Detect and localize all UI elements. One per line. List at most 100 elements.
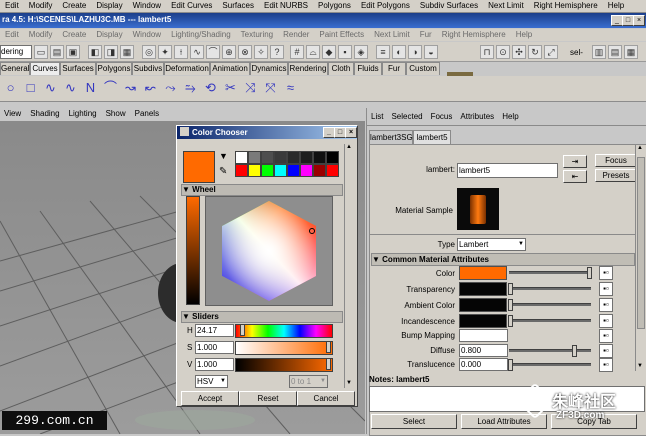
input-connections-button[interactable]: ⇥	[563, 155, 587, 168]
ae-menu-attributes[interactable]: Attributes	[456, 111, 498, 122]
menu-edit-nurbs[interactable]: Edit NURBS	[259, 0, 313, 11]
type-dropdown[interactable]: Lambert ▼	[457, 238, 526, 251]
color-swatch[interactable]	[326, 151, 339, 164]
color-swatch[interactable]	[287, 164, 300, 177]
panel-menu-view[interactable]: View	[0, 108, 26, 119]
color-swatch[interactable]	[261, 164, 274, 177]
move-icon[interactable]: ✣	[512, 45, 526, 59]
color-swatch[interactable]	[235, 164, 248, 177]
select-icon[interactable]: ⊓	[480, 45, 494, 59]
color-chooser-titlebar[interactable]: Color Chooser _ □ ×	[177, 126, 357, 139]
lasso-icon[interactable]: ⊙	[496, 45, 510, 59]
select-object-icon[interactable]: ◨	[104, 45, 118, 59]
range-dropdown[interactable]: 0 to 1 ▼	[289, 375, 328, 388]
menu2-paint-effects[interactable]: Paint Effects	[314, 29, 369, 40]
tab-lambert5[interactable]: lambert5	[413, 130, 451, 145]
menu-help[interactable]: Help	[603, 0, 629, 11]
ae-menu-help[interactable]: Help	[498, 111, 522, 122]
show-channels-icon[interactable]: ▥	[592, 45, 606, 59]
v-field[interactable]: 1.000	[195, 358, 234, 371]
snap-view-icon[interactable]: ▪	[338, 45, 352, 59]
color-swatch[interactable]	[313, 164, 326, 177]
shelf-tab-fur[interactable]: Fur	[382, 62, 406, 75]
accept-button[interactable]: Accept	[181, 391, 239, 406]
ae-scrollbar-thumb[interactable]	[637, 157, 645, 329]
saturation-slider[interactable]	[235, 341, 333, 355]
snap-point-icon[interactable]: ◆	[322, 45, 336, 59]
cut-curve-icon[interactable]: ✂	[222, 79, 239, 96]
show-attribute-editor-icon[interactable]: ▤	[608, 45, 622, 59]
offset-curve-icon[interactable]: ≈	[282, 79, 299, 96]
shelf-tab-deformation[interactable]: Deformation	[164, 62, 210, 75]
value-slider-thumb[interactable]	[326, 358, 331, 370]
eyedropper-icon[interactable]: ✎	[219, 166, 227, 177]
translucence-slider-thumb[interactable]	[508, 359, 513, 371]
menu-surfaces[interactable]: Surfaces	[217, 0, 259, 11]
ipr-render-icon[interactable]: ◑	[408, 45, 422, 59]
menu-right-hemisphere[interactable]: Right Hemisphere	[529, 0, 603, 11]
menu-next-limit[interactable]: Next Limit	[483, 0, 529, 11]
color-attr-slider-thumb[interactable]	[587, 267, 592, 279]
menu2-create[interactable]: Create	[57, 29, 91, 40]
nurbs-circle-icon[interactable]: ○	[2, 79, 19, 96]
color-attr-swatch[interactable]	[459, 266, 507, 280]
color-hexagon[interactable]	[206, 197, 332, 305]
hue-slider-thumb[interactable]	[240, 324, 245, 336]
menu2-edit[interactable]: Edit	[0, 29, 24, 40]
mask-joints-icon[interactable]: ⟊	[174, 45, 188, 59]
mask-surfaces-icon[interactable]: ⌒	[206, 45, 220, 59]
panel-menu-lighting[interactable]: Lighting	[65, 108, 102, 119]
value-slider[interactable]	[235, 358, 333, 372]
scroll-up-icon[interactable]: ▲	[637, 145, 643, 151]
shelf-tab-animation[interactable]: Animation	[210, 62, 250, 75]
color-mode-dropdown[interactable]: HSV ▼	[195, 375, 228, 388]
close-button[interactable]: ×	[633, 15, 645, 26]
incandescence-attr-slider[interactable]	[509, 319, 591, 322]
transparency-map-button[interactable]: ▪▫	[599, 282, 613, 296]
cc-scrollbar[interactable]: ▲ ▼	[344, 144, 354, 388]
menu2-render[interactable]: Render	[278, 29, 314, 40]
color-swatch[interactable]	[274, 151, 287, 164]
ambient-color-attr-swatch[interactable]	[459, 298, 507, 312]
align-curve-icon[interactable]: ⥲	[182, 79, 199, 96]
presets-button[interactable]: Presets	[595, 169, 637, 182]
mask-deform-icon[interactable]: ⊕	[222, 45, 236, 59]
incandescence-attr-swatch[interactable]	[459, 314, 507, 328]
history-icon[interactable]: ≡	[376, 45, 390, 59]
make-live-icon[interactable]: ◈	[354, 45, 368, 59]
scroll-down-icon[interactable]: ▼	[346, 380, 352, 386]
mask-icon[interactable]: ◎	[142, 45, 156, 59]
panel-menu-show[interactable]: Show	[102, 108, 131, 119]
focus-button[interactable]: Focus	[595, 154, 637, 167]
tab-lambert3sg[interactable]: lambert3SG	[369, 130, 413, 145]
scroll-up-icon[interactable]: ▲	[346, 144, 352, 150]
color-swatch[interactable]	[300, 164, 313, 177]
menu-polygons[interactable]: Polygons	[313, 0, 356, 11]
menu-modify[interactable]: Modify	[24, 0, 58, 11]
menu-edit[interactable]: Edit	[0, 0, 24, 11]
render-globals-icon[interactable]: ◒	[424, 45, 438, 59]
open-close-curve-icon[interactable]: ⟲	[202, 79, 219, 96]
pencil-curve-icon[interactable]: N	[82, 79, 99, 96]
diffuse-field[interactable]: 0.800	[459, 344, 508, 357]
new-scene-icon[interactable]: ▭	[34, 45, 48, 59]
shelf-tab-surfaces[interactable]: Surfaces	[60, 62, 96, 75]
cc-close-button[interactable]: ×	[345, 127, 357, 138]
hue-slider[interactable]	[235, 324, 333, 338]
ambient-color-map-button[interactable]: ▪▫	[599, 298, 613, 312]
down-arrow-icon[interactable]: ▼	[219, 151, 228, 161]
bump-map-button[interactable]: ▪▫	[599, 329, 613, 343]
menu2-lighting-shading[interactable]: Lighting/Shading	[166, 29, 236, 40]
mask-misc-icon[interactable]: ?	[270, 45, 284, 59]
menu2-texturing[interactable]: Texturing	[236, 29, 278, 40]
menu-subdiv-surfaces[interactable]: Subdiv Surfaces	[415, 0, 483, 11]
shelf-tab-custom[interactable]: Custom	[406, 62, 440, 75]
transparency-attr-swatch[interactable]	[459, 282, 507, 296]
shelf-tab-subdivs[interactable]: Subdivs	[132, 62, 164, 75]
s-field[interactable]: 1.000	[195, 341, 234, 354]
ae-scrollbar[interactable]: ▲ ▼	[635, 145, 645, 371]
shelf-tab-polygons[interactable]: Polygons	[96, 62, 132, 75]
menu2-right-hemisphere[interactable]: Right Hemisphere	[437, 29, 511, 40]
transparency-attr-slider[interactable]	[509, 287, 591, 290]
shelf-tab-fluids[interactable]: Fluids	[354, 62, 382, 75]
